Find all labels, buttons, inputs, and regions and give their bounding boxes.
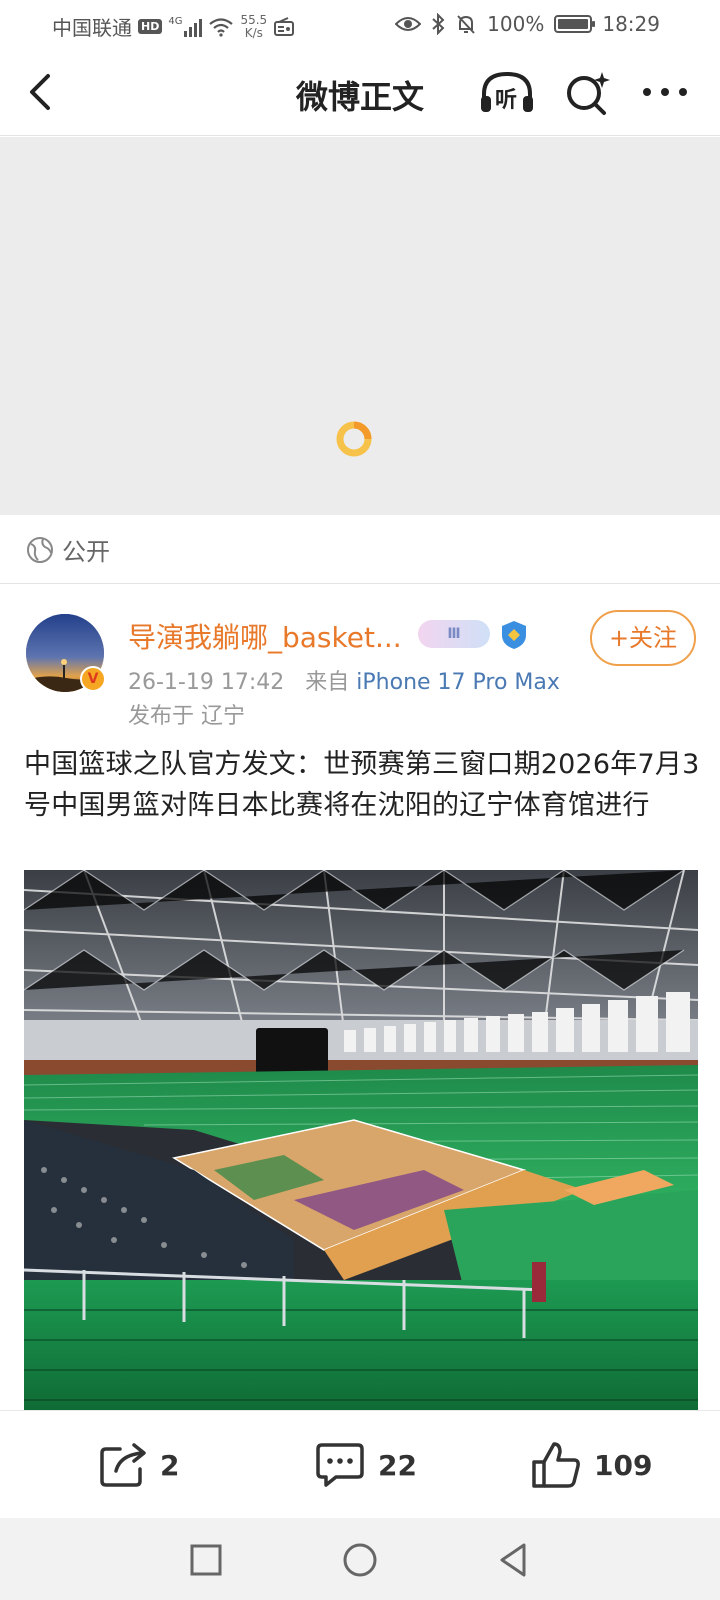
system-nav-bar — [0, 1518, 720, 1600]
battery-icon — [554, 15, 596, 33]
loading-spinner-icon — [336, 421, 372, 457]
recent-apps-icon[interactable] — [186, 1540, 226, 1580]
more-options-icon[interactable] — [640, 72, 690, 112]
comment-button[interactable]: 22 — [314, 1435, 417, 1495]
post-meta: 26-1-19 17:42 来自 iPhone 17 Pro Max — [128, 664, 560, 696]
bluetooth-icon — [432, 13, 445, 35]
post-timestamp: 26-1-19 17:42 — [128, 670, 285, 695]
clock: 18:29 — [602, 12, 660, 36]
wifi-icon — [209, 17, 234, 37]
visibility-row: 公开 — [0, 516, 720, 584]
home-icon[interactable] — [340, 1540, 380, 1580]
page-title: 微博正文 — [295, 78, 424, 116]
status-bar: 中国联通 HD 4G 55.5 K/s 100% 18:29 — [0, 0, 720, 50]
verified-shield-icon — [502, 621, 526, 649]
speed-value: 55.5 — [240, 12, 268, 27]
repost-button[interactable]: 2 — [98, 1435, 179, 1495]
listen-button[interactable]: 听 — [478, 68, 536, 118]
mute-bell-icon — [457, 15, 475, 34]
comment-icon — [316, 1443, 364, 1487]
signal-icon: 4G — [168, 15, 203, 37]
like-count: 109 — [594, 1448, 653, 1482]
post-body: 中国篮球之队官方发文：世预赛第三窗口期2026年7月3号中国男篮对阵日本比赛将在… — [24, 749, 700, 821]
listen-label: 听 — [495, 88, 518, 113]
globe-icon — [27, 536, 53, 563]
speed-unit: K/s — [244, 25, 263, 40]
verified-v-badge: V — [80, 666, 106, 692]
visibility-label: 公开 — [62, 538, 110, 566]
eye-icon — [395, 17, 422, 31]
carrier-label: 中国联通 — [52, 16, 132, 40]
nav-bar: 微博正文 听 — [0, 50, 720, 136]
battery-percent: 100% — [487, 12, 545, 36]
repost-count: 2 — [160, 1448, 180, 1482]
system-back-icon[interactable] — [494, 1540, 534, 1580]
status-right: 100% 18:29 — [395, 12, 660, 36]
member-level-badge: Ⅲ — [418, 620, 490, 648]
network-type: 4G — [168, 15, 183, 27]
source-device[interactable]: iPhone 17 Pro Max — [356, 670, 560, 695]
author-name[interactable]: 导演我躺哪_basket... — [128, 616, 402, 656]
status-left: 中国联通 HD 4G 55.5 K/s — [52, 12, 295, 41]
arena-photo — [24, 870, 698, 1411]
like-button[interactable]: 109 — [530, 1435, 652, 1495]
radio-icon — [274, 16, 295, 36]
network-speed: 55.5 K/s — [240, 12, 268, 40]
hd-icon: HD — [138, 19, 163, 34]
post-location: 发布于 辽宁 — [128, 704, 245, 729]
post-image[interactable] — [24, 870, 698, 1411]
source-prefix: 来自 — [305, 670, 350, 695]
search-sparkle-icon[interactable] — [562, 68, 612, 118]
thumbs-up-icon — [532, 1442, 580, 1488]
comment-count: 22 — [378, 1448, 417, 1482]
action-bar: 2 22 109 — [0, 1410, 720, 1518]
follow-button[interactable]: +关注 — [590, 610, 696, 666]
repost-icon — [100, 1443, 146, 1487]
